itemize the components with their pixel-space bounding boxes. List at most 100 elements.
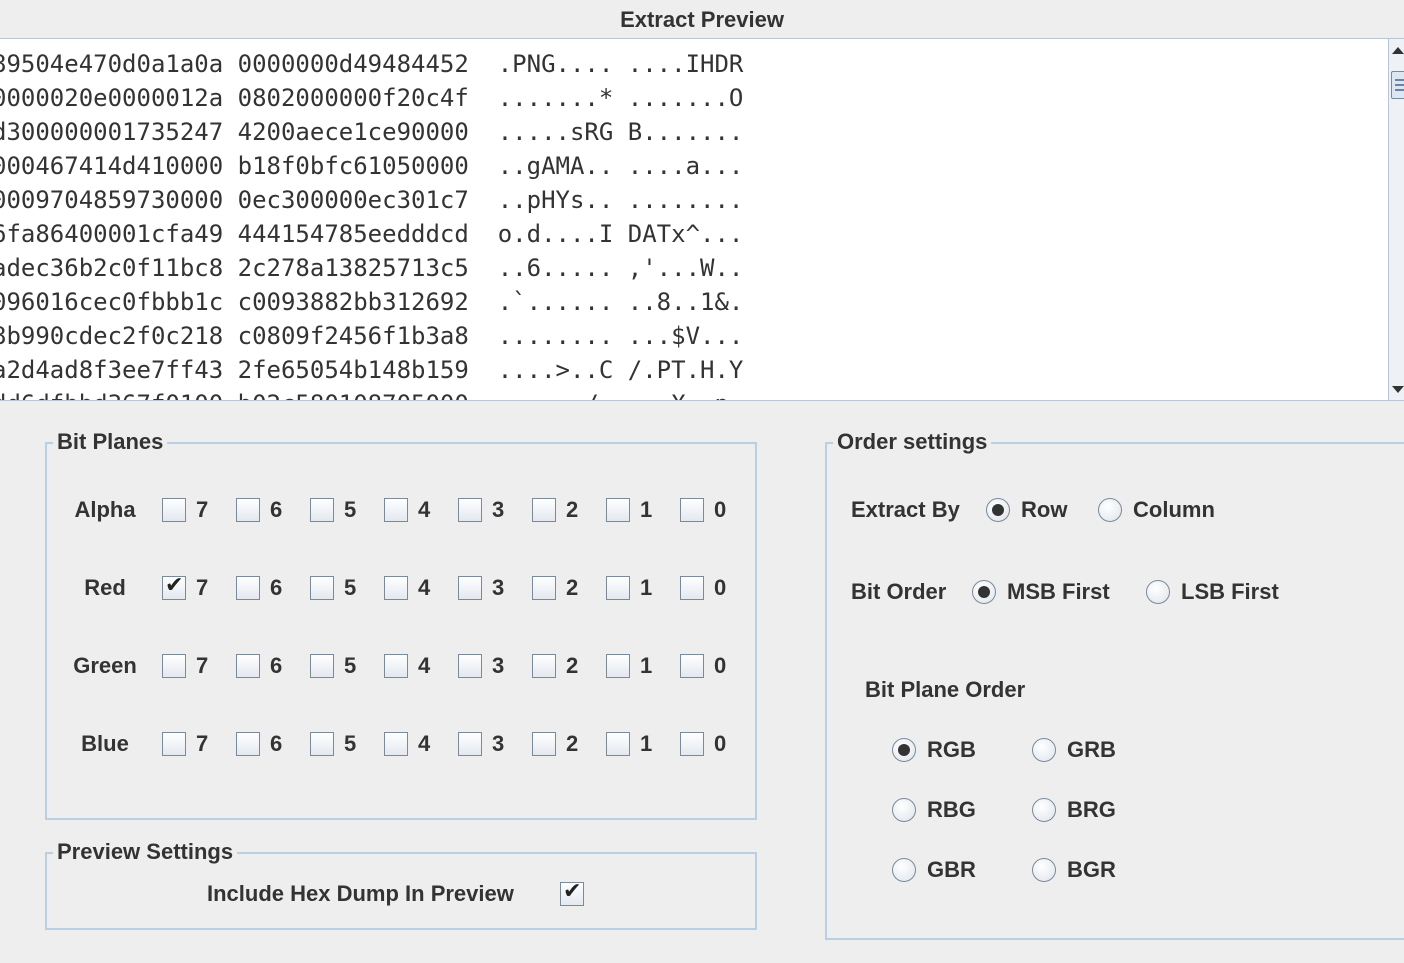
bit-checkbox-green-3[interactable] xyxy=(458,654,482,678)
scroll-up-arrow-icon[interactable] xyxy=(1389,41,1404,59)
bit-label[interactable]: 7 xyxy=(196,731,208,757)
bit-label[interactable]: 1 xyxy=(640,575,652,601)
bit-label[interactable]: 1 xyxy=(640,653,652,679)
bit-label[interactable]: 4 xyxy=(418,497,430,523)
bit-label[interactable]: 5 xyxy=(344,653,356,679)
bit-checkbox-alpha-2[interactable] xyxy=(532,498,556,522)
hex-line: 0009704859730000 0ec300000ec301c7 ..pHYs… xyxy=(0,186,744,214)
preview-settings-title: Preview Settings xyxy=(53,839,238,865)
bit-label[interactable]: 0 xyxy=(714,497,726,523)
bit-checkbox-blue-3[interactable] xyxy=(458,732,482,756)
bit-label[interactable]: 0 xyxy=(714,731,726,757)
bit-label[interactable]: 5 xyxy=(344,575,356,601)
check-mark-icon: ✔ xyxy=(165,573,184,598)
extract-by-row-label[interactable]: Row xyxy=(1021,497,1067,523)
bit-checkbox-red-0[interactable] xyxy=(680,576,704,600)
bit-label[interactable]: 4 xyxy=(418,653,430,679)
plane-order-bgr-radio[interactable] xyxy=(1032,858,1056,882)
bit-label[interactable]: 2 xyxy=(566,731,578,757)
plane-order-grb-label[interactable]: GRB xyxy=(1067,737,1116,763)
bit-checkbox-green-4[interactable] xyxy=(384,654,408,678)
grip-line xyxy=(1395,89,1404,91)
hex-dump-text: 89504e470d0a1a0a 0000000d49484452 .PNG..… xyxy=(0,47,744,400)
bit-checkbox-red-5[interactable] xyxy=(310,576,334,600)
bit-label[interactable]: 3 xyxy=(492,653,504,679)
bit-order-lsb-radio[interactable] xyxy=(1146,580,1170,604)
bit-label[interactable]: 7 xyxy=(196,575,208,601)
bit-checkbox-green-5[interactable] xyxy=(310,654,334,678)
bit-checkbox-red-3[interactable] xyxy=(458,576,482,600)
bit-checkbox-green-6[interactable] xyxy=(236,654,260,678)
bit-checkbox-green-0[interactable] xyxy=(680,654,704,678)
extract-by-column-label[interactable]: Column xyxy=(1133,497,1215,523)
bit-order-msb-label[interactable]: MSB First xyxy=(1007,579,1110,605)
extract-by-row-radio[interactable] xyxy=(986,498,1010,522)
bit-checkbox-alpha-3[interactable] xyxy=(458,498,482,522)
bit-checkbox-blue-1[interactable] xyxy=(606,732,630,756)
bit-label[interactable]: 4 xyxy=(418,731,430,757)
bit-label[interactable]: 3 xyxy=(492,575,504,601)
plane-order-brg-label[interactable]: BRG xyxy=(1067,797,1116,823)
extract-by-column-radio[interactable] xyxy=(1098,498,1122,522)
hex-line: 096016cec0fbbb1c c0093882bb312692 .`....… xyxy=(0,288,744,316)
plane-order-bgr-label[interactable]: BGR xyxy=(1067,857,1116,883)
bit-checkbox-blue-0[interactable] xyxy=(680,732,704,756)
bit-label[interactable]: 6 xyxy=(270,497,282,523)
bit-label[interactable]: 4 xyxy=(418,575,430,601)
plane-order-brg-radio[interactable] xyxy=(1032,798,1056,822)
plane-order-gbr-label[interactable]: GBR xyxy=(927,857,976,883)
bit-label[interactable]: 6 xyxy=(270,653,282,679)
bit-label[interactable]: 2 xyxy=(566,653,578,679)
extract-by-label: Extract By xyxy=(851,497,960,522)
bit-checkbox-green-1[interactable] xyxy=(606,654,630,678)
bit-checkbox-red-2[interactable] xyxy=(532,576,556,600)
extract-preview-area[interactable]: 89504e470d0a1a0a 0000000d49484452 .PNG..… xyxy=(0,39,1388,401)
bit-checkbox-alpha-5[interactable] xyxy=(310,498,334,522)
bit-checkbox-red-4[interactable] xyxy=(384,576,408,600)
bit-checkbox-alpha-4[interactable] xyxy=(384,498,408,522)
bit-checkbox-blue-2[interactable] xyxy=(532,732,556,756)
bit-checkbox-red-1[interactable] xyxy=(606,576,630,600)
bit-label[interactable]: 0 xyxy=(714,653,726,679)
hex-line: 89504e470d0a1a0a 0000000d49484452 .PNG..… xyxy=(0,50,744,78)
scrollbar-thumb[interactable] xyxy=(1391,71,1404,99)
bit-checkbox-alpha-1[interactable] xyxy=(606,498,630,522)
plane-order-rgb-label[interactable]: RGB xyxy=(927,737,976,763)
bit-checkbox-red-7[interactable]: ✔ xyxy=(162,573,186,600)
hex-dump-checkbox[interactable]: ✔ xyxy=(560,880,584,906)
bit-label[interactable]: 3 xyxy=(492,497,504,523)
bit-label[interactable]: 5 xyxy=(344,731,356,757)
bit-label[interactable]: 3 xyxy=(492,731,504,757)
bit-checkbox-green-2[interactable] xyxy=(532,654,556,678)
hex-line: d300000001735247 4200aece1ce90000 .....s… xyxy=(0,118,744,146)
bit-checkbox-blue-7[interactable] xyxy=(162,732,186,756)
plane-order-rbg-radio[interactable] xyxy=(892,798,916,822)
bit-checkbox-alpha-0[interactable] xyxy=(680,498,704,522)
bit-label[interactable]: 7 xyxy=(196,497,208,523)
bit-checkbox-blue-6[interactable] xyxy=(236,732,260,756)
bit-checkbox-alpha-7[interactable] xyxy=(162,498,186,522)
plane-order-gbr-radio[interactable] xyxy=(892,858,916,882)
bit-label[interactable]: 1 xyxy=(640,731,652,757)
bit-label[interactable]: 6 xyxy=(270,575,282,601)
bit-label[interactable]: 5 xyxy=(344,497,356,523)
bit-label[interactable]: 1 xyxy=(640,497,652,523)
bit-label[interactable]: 2 xyxy=(566,575,578,601)
bit-label[interactable]: 6 xyxy=(270,731,282,757)
plane-order-grb-radio[interactable] xyxy=(1032,738,1056,762)
bit-label[interactable]: 2 xyxy=(566,497,578,523)
bit-checkbox-blue-4[interactable] xyxy=(384,732,408,756)
hex-line: adec36b2c0f11bc8 2c278a13825713c5 ..6...… xyxy=(0,254,744,282)
bit-order-lsb-label[interactable]: LSB First xyxy=(1181,579,1279,605)
bit-checkbox-green-7[interactable] xyxy=(162,654,186,678)
bit-order-msb-radio[interactable] xyxy=(972,580,996,604)
preview-vertical-scrollbar[interactable] xyxy=(1388,39,1404,401)
plane-order-rbg-label[interactable]: RBG xyxy=(927,797,976,823)
plane-order-rgb-radio[interactable] xyxy=(892,738,916,762)
bit-checkbox-alpha-6[interactable] xyxy=(236,498,260,522)
bit-label[interactable]: 7 xyxy=(196,653,208,679)
bit-checkbox-red-6[interactable] xyxy=(236,576,260,600)
scroll-down-arrow-icon[interactable] xyxy=(1389,380,1404,398)
bit-label[interactable]: 0 xyxy=(714,575,726,601)
bit-checkbox-blue-5[interactable] xyxy=(310,732,334,756)
